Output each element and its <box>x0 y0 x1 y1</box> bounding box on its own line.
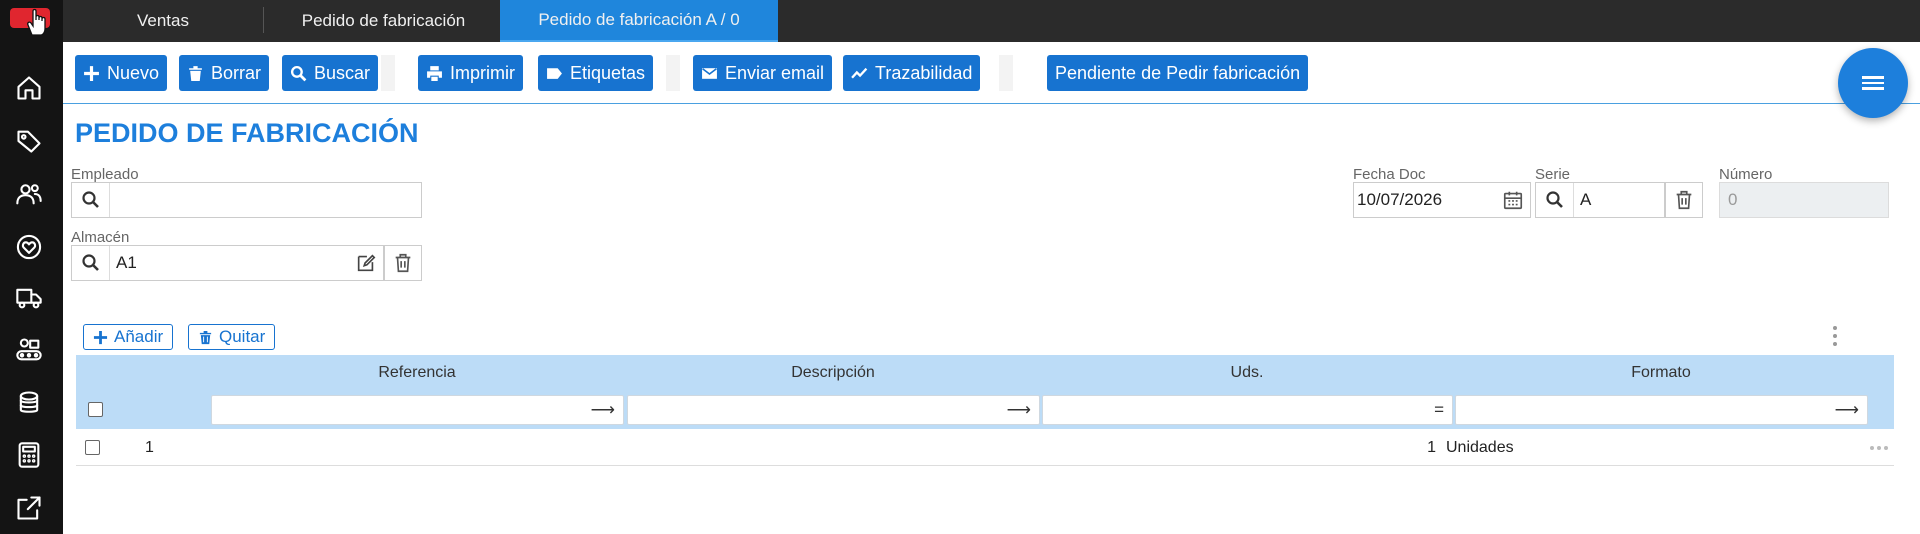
anadir-label: Añadir <box>114 327 164 346</box>
etiquetas-button[interactable]: Etiquetas <box>538 55 654 91</box>
fecha-doc-value[interactable]: 10/07/2026 <box>1354 190 1496 210</box>
toolbar: Nuevo Borrar Buscar Imprimir Etiquetas E… <box>63 42 1920 104</box>
cell-formato[interactable]: Unidades <box>1446 439 1514 457</box>
toolbar-spacer <box>666 55 680 91</box>
imprimir-label: Imprimir <box>450 62 515 83</box>
enviar-email-button[interactable]: Enviar email <box>693 55 833 91</box>
buscar-button[interactable]: Buscar <box>282 55 379 91</box>
tab-pedido-fabricacion-a0[interactable]: Pedido de fabricación A / 0 <box>500 0 778 42</box>
trazabilidad-button[interactable]: Trazabilidad <box>843 55 981 91</box>
numero-label: Número <box>1719 166 1773 183</box>
conveyor-icon[interactable] <box>14 335 44 365</box>
hamburger-icon <box>1862 73 1884 93</box>
app-logo[interactable] <box>10 5 50 37</box>
nuevo-button[interactable]: Nuevo <box>75 55 168 91</box>
row-checkbox[interactable] <box>85 440 100 455</box>
trash-icon[interactable] <box>384 245 422 281</box>
toolbar-spacer <box>999 55 1013 91</box>
truck-icon[interactable] <box>14 283 44 313</box>
buscar-label: Buscar <box>314 62 371 83</box>
filter-formato[interactable]: ⟶ <box>1455 395 1868 425</box>
column-descripcion[interactable]: Descripción <box>626 355 1040 391</box>
search-icon[interactable] <box>72 246 110 280</box>
label-icon <box>547 67 562 79</box>
plus-icon <box>93 330 108 344</box>
numero-value: 0 <box>1728 190 1738 209</box>
filter-descripcion[interactable]: ⟶ <box>627 395 1040 425</box>
nuevo-label: Nuevo <box>107 62 160 83</box>
tab-pedido-fabricacion[interactable]: Pedido de fabricación <box>264 0 503 42</box>
select-all-checkbox[interactable] <box>88 402 103 417</box>
external-link-icon[interactable] <box>14 493 44 523</box>
trazabilidad-label: Trazabilidad <box>875 62 973 83</box>
tag-icon[interactable] <box>14 126 44 156</box>
home-icon[interactable] <box>14 73 44 103</box>
trash-icon <box>189 65 202 81</box>
grid-header: Referencia Descripción Uds. Formato ⟶ ⟶ … <box>76 355 1894 429</box>
row-menu-icon[interactable] <box>1870 446 1888 450</box>
column-formato[interactable]: Formato <box>1454 355 1868 391</box>
search-icon <box>290 65 307 81</box>
grid-options-icon[interactable] <box>1830 326 1840 346</box>
trash-icon <box>199 330 212 344</box>
borrar-button[interactable]: Borrar <box>179 55 270 91</box>
serie-label: Serie <box>1535 166 1571 183</box>
row-divider <box>76 465 1894 466</box>
printer-icon <box>427 65 442 81</box>
numero-field: 0 <box>1719 182 1889 218</box>
almacen-value[interactable]: A1 <box>110 253 349 273</box>
plus-icon <box>84 65 99 81</box>
row-number: 1 <box>145 439 154 456</box>
heart-circle-icon[interactable] <box>14 232 44 262</box>
search-icon[interactable] <box>1536 183 1574 217</box>
sidebar <box>0 0 63 534</box>
imprimir-button[interactable]: Imprimir <box>418 55 523 91</box>
enviar-email-label: Enviar email <box>725 62 825 83</box>
fecha-doc-label: Fecha Doc <box>1353 166 1426 183</box>
trash-icon[interactable] <box>1665 182 1703 218</box>
coins-icon[interactable] <box>14 388 44 418</box>
cell-uds[interactable]: 1 <box>1300 439 1436 457</box>
column-referencia[interactable]: Referencia <box>210 355 624 391</box>
menu-fab-button[interactable] <box>1838 48 1908 118</box>
email-icon <box>702 67 717 79</box>
almacen-field[interactable]: A1 <box>71 245 384 281</box>
users-icon[interactable] <box>14 179 44 209</box>
fecha-doc-field[interactable]: 10/07/2026 <box>1353 182 1531 218</box>
quitar-button[interactable]: Quitar <box>188 324 276 350</box>
tab-bar: Ventas Pedido de fabricación Pedido de f… <box>63 0 1920 42</box>
calculator-icon[interactable] <box>14 440 44 470</box>
page-title: PEDIDO DE FABRICACIÓN <box>75 118 419 148</box>
empleado-label: Empleado <box>71 166 139 183</box>
almacen-label: Almacén <box>71 229 130 246</box>
calendar-icon[interactable] <box>1496 183 1530 217</box>
borrar-label: Borrar <box>211 62 262 83</box>
tab-ventas[interactable]: Ventas <box>63 0 263 42</box>
etiquetas-label: Etiquetas <box>570 62 646 83</box>
toolbar-spacer <box>381 55 395 91</box>
empleado-field[interactable] <box>71 182 422 218</box>
trend-icon <box>851 67 868 79</box>
pendiente-label: Pendiente de Pedir fabricación <box>1055 62 1301 83</box>
anadir-button[interactable]: Añadir <box>83 324 174 350</box>
search-icon[interactable] <box>72 183 110 217</box>
filter-uds[interactable]: = <box>1042 395 1453 425</box>
column-uds[interactable]: Uds. <box>1042 355 1452 391</box>
serie-field[interactable]: A <box>1535 182 1665 218</box>
quitar-label: Quitar <box>219 327 266 346</box>
hand-cursor-icon <box>27 8 46 36</box>
serie-value[interactable]: A <box>1574 190 1664 210</box>
pendiente-pedir-fabricacion-button[interactable]: Pendiente de Pedir fabricación <box>1047 55 1309 91</box>
filter-referencia[interactable]: ⟶ <box>211 395 624 425</box>
edit-icon[interactable] <box>349 246 383 280</box>
